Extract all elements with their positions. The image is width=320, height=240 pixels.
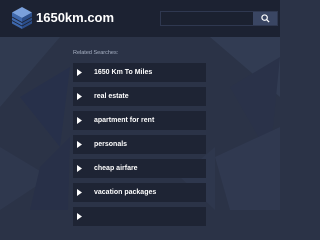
play-arrow-icon <box>73 183 85 202</box>
related-searches-title: Related Searches: <box>73 50 119 56</box>
related-search-label: cheap airfare <box>94 165 138 172</box>
related-search-label: vacation packages <box>94 189 157 196</box>
related-searches: Related Searches: 1650 Km To Miles real … <box>73 50 206 231</box>
related-search-label: 1650 Km To Miles <box>94 69 153 76</box>
related-search-label: apartment for rent <box>94 117 155 124</box>
related-search-label: real estate <box>94 93 129 100</box>
search-icon <box>260 14 270 23</box>
related-search-item[interactable]: personals <box>73 135 206 154</box>
play-arrow-icon <box>73 207 85 226</box>
related-search-item[interactable]: vacation packages <box>73 183 206 202</box>
related-search-item[interactable]: cheap airfare <box>73 159 206 178</box>
search-box <box>160 11 278 26</box>
play-arrow-icon <box>73 63 85 82</box>
play-arrow-icon <box>73 87 85 106</box>
play-arrow-icon <box>73 135 85 154</box>
related-search-label: personals <box>94 141 128 148</box>
related-search-item[interactable]: real estate <box>73 87 206 106</box>
logo-cube-icon[interactable] <box>11 6 33 30</box>
top-header: 1650km.com <box>0 0 280 37</box>
related-search-item[interactable]: apartment for rent <box>73 111 206 130</box>
play-arrow-icon <box>73 111 85 130</box>
play-arrow-icon <box>73 159 85 178</box>
search-button[interactable] <box>253 12 277 25</box>
related-search-item[interactable]: 1650 Km To Miles <box>73 63 206 82</box>
related-search-item[interactable] <box>73 207 206 226</box>
site-logo-text[interactable]: 1650km.com <box>36 10 114 25</box>
search-input[interactable] <box>161 12 253 25</box>
